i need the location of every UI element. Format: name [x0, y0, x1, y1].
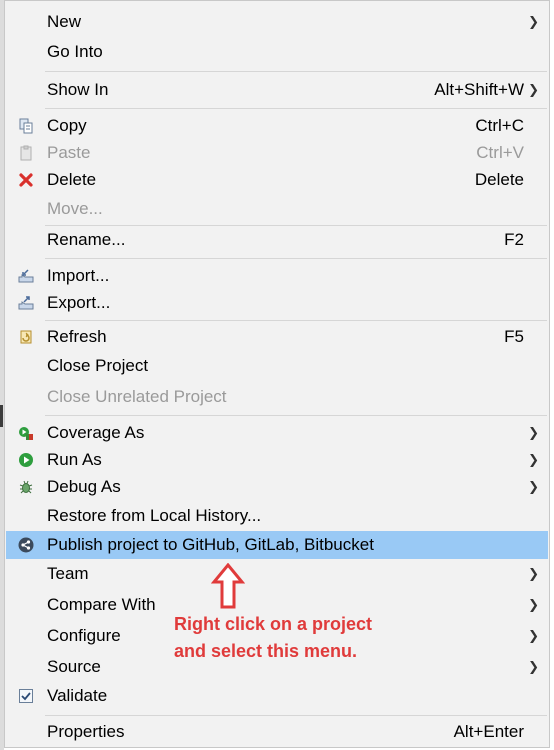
menu-item-shortcut: Ctrl+V: [476, 143, 524, 162]
copy-icon: [19, 118, 33, 134]
menu-item-close-unrelated-project: Close Unrelated Project: [6, 383, 548, 411]
annotation-up-arrow-icon: [211, 563, 245, 609]
annotation-text: Right click on a project and select this…: [174, 611, 372, 665]
debug-icon: [19, 480, 33, 494]
menu-item-show-in[interactable]: Show In Alt+Shift+W ❯: [6, 76, 548, 104]
menu-item-run-as[interactable]: Run As ❯: [6, 446, 548, 474]
menu-item-go-into[interactable]: Go Into: [6, 38, 548, 66]
chevron-right-icon: ❯: [528, 425, 539, 440]
run-icon: [19, 453, 33, 467]
menu-item-label: Go Into: [47, 42, 103, 61]
menu-item-label: Team: [47, 564, 89, 583]
chevron-right-icon: ❯: [528, 452, 539, 467]
menu-item-paste: Paste Ctrl+V: [6, 139, 548, 167]
menu-item-label: Import...: [47, 266, 110, 285]
menu-item-copy[interactable]: Copy Ctrl+C: [6, 112, 548, 140]
menu-item-label: Show In: [47, 80, 109, 99]
menu-item-label: Properties: [47, 722, 125, 741]
menu-item-label: Configure: [47, 626, 121, 645]
menu-item-label: Export...: [47, 293, 111, 312]
chevron-right-icon: ❯: [528, 82, 539, 97]
menu-item-label: Validate: [47, 686, 108, 705]
menu-item-export[interactable]: Export...: [6, 289, 548, 317]
chevron-right-icon: ❯: [528, 628, 539, 643]
menu-item-move: Move...: [6, 195, 548, 223]
import-icon: [18, 269, 34, 283]
chevron-right-icon: ❯: [528, 597, 539, 612]
chevron-right-icon: ❯: [528, 14, 539, 29]
menu-item-shortcut: Alt+Shift+W: [434, 80, 524, 99]
refresh-icon: [20, 330, 32, 344]
menu-item-new[interactable]: New ❯: [6, 8, 548, 36]
chevron-right-icon: ❯: [528, 479, 539, 494]
menu-item-label: Move...: [47, 199, 103, 218]
checkbox-icon: [19, 689, 33, 703]
share-icon: [18, 537, 34, 553]
menu-item-delete[interactable]: Delete Delete: [6, 166, 548, 194]
annotation-line-1: Right click on a project: [174, 614, 373, 634]
menu-item-team[interactable]: Team ❯: [6, 560, 548, 588]
chevron-right-icon: ❯: [528, 659, 539, 674]
menu-item-label: Close Project: [47, 356, 149, 375]
menu-item-shortcut: F5: [504, 327, 524, 346]
chevron-right-icon: ❯: [528, 566, 539, 581]
coverage-icon: [19, 427, 33, 440]
menu-separator: [45, 320, 547, 321]
menu-item-import[interactable]: Import...: [6, 262, 548, 290]
menu-item-label: Close Unrelated Project: [47, 387, 227, 406]
menu-item-label: Coverage As: [47, 423, 145, 442]
menu-separator: [45, 415, 547, 416]
menu-item-label: Source: [47, 657, 101, 676]
menu-item-shortcut: Alt+Enter: [453, 722, 524, 741]
menu-item-label: Debug As: [47, 477, 121, 496]
menu-item-close-project[interactable]: Close Project: [6, 352, 548, 380]
menu-item-label: Refresh: [47, 327, 107, 346]
menu-separator: [45, 258, 547, 259]
menu-item-label: Run As: [47, 450, 102, 469]
menu-item-label: Rename...: [47, 230, 126, 249]
menu-item-label: Delete: [47, 170, 97, 189]
menu-separator: [45, 108, 547, 109]
delete-icon: [19, 173, 33, 187]
menu-item-label: Paste: [47, 143, 91, 162]
menu-item-coverage-as[interactable]: Coverage As ❯: [6, 419, 548, 447]
menu-item-validate[interactable]: Validate: [6, 682, 548, 710]
menu-item-refresh[interactable]: Refresh F5: [6, 323, 548, 351]
menu-item-properties[interactable]: Properties Alt+Enter: [6, 718, 548, 746]
paste-icon: [20, 145, 32, 161]
menu-item-debug-as[interactable]: Debug As ❯: [6, 473, 548, 501]
menu-item-publish-project[interactable]: Publish project to GitHub, GitLab, Bitbu…: [6, 531, 548, 559]
menu-item-shortcut: Delete: [474, 170, 524, 189]
menu-separator: [45, 71, 547, 72]
export-icon: [18, 296, 34, 310]
menu-item-label: Publish project to GitHub, GitLab, Bitbu…: [47, 535, 374, 554]
menu-separator: [45, 715, 547, 716]
menu-item-shortcut: Ctrl+C: [475, 116, 524, 135]
menu-item-restore-from-local-history[interactable]: Restore from Local History...: [6, 502, 548, 530]
menu-item-shortcut: F2: [504, 230, 524, 249]
menu-item-rename[interactable]: Rename... F2: [6, 226, 548, 254]
menu-item-label: Copy: [47, 116, 87, 135]
annotation-line-2: and select this menu.: [174, 641, 358, 661]
menu-item-label: New: [47, 12, 82, 31]
menu-item-label: Compare With: [47, 595, 156, 614]
left-window-marker: [0, 405, 3, 427]
menu-item-label: Restore from Local History...: [47, 506, 262, 525]
